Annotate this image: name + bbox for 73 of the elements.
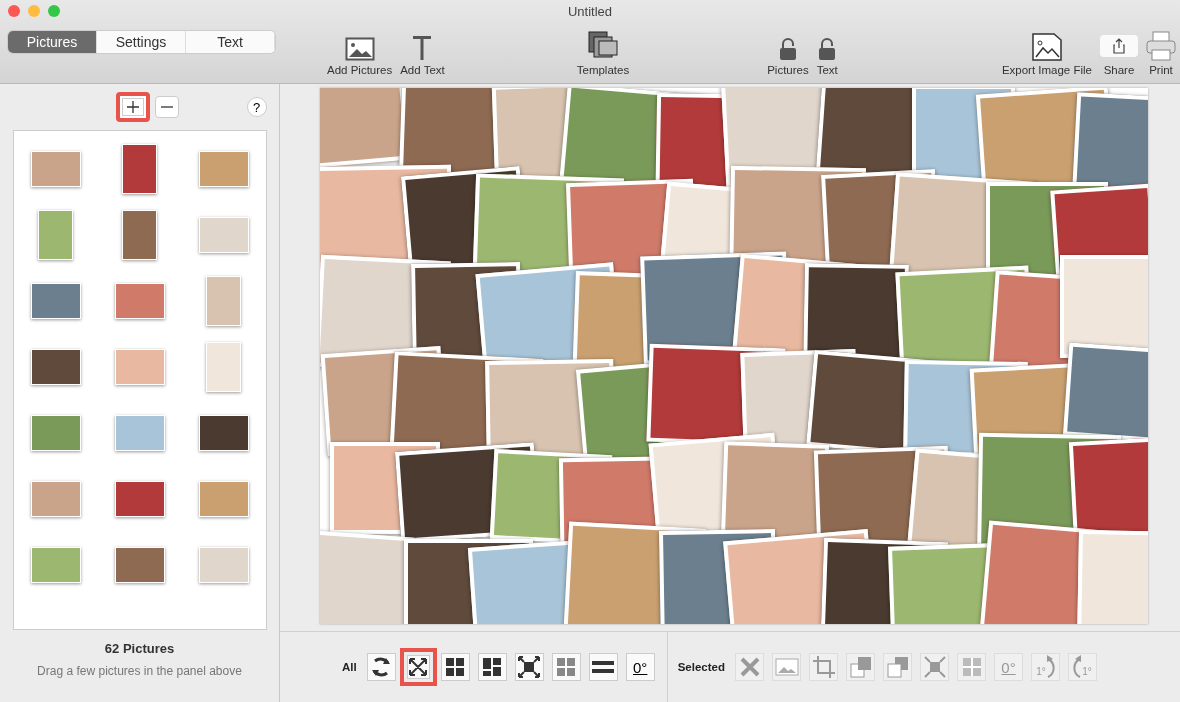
share-icon	[1100, 35, 1138, 57]
photo-thumbnail[interactable]	[114, 547, 165, 583]
photo-thumbnail[interactable]	[114, 349, 165, 385]
layers-icon	[849, 656, 872, 678]
x-icon	[739, 657, 760, 677]
close-button[interactable]	[8, 5, 20, 17]
rotate-right-icon	[1046, 655, 1055, 679]
selected-label: Selected	[677, 661, 725, 673]
stacked-pages-icon	[587, 31, 618, 61]
print-button[interactable]: Print	[1144, 30, 1178, 76]
photo-thumbnail[interactable]	[198, 415, 249, 451]
remove-button[interactable]	[154, 96, 179, 118]
photo-thumbnail[interactable]	[198, 217, 249, 253]
photo-thumbnail[interactable]	[198, 481, 249, 517]
photo-thumbnail[interactable]	[30, 415, 81, 451]
templates-button[interactable]: Templates	[574, 30, 632, 76]
expand-icon	[518, 656, 541, 678]
photo-thumbnail[interactable]	[114, 415, 165, 451]
crop-icon	[812, 656, 835, 678]
mosaic-icon	[482, 657, 503, 677]
padlock-icon	[778, 37, 797, 61]
equal-icon	[592, 661, 615, 673]
picture-icon	[344, 37, 375, 61]
letter-t-icon	[412, 35, 433, 61]
rotate-left-icon	[1073, 655, 1082, 679]
export-button[interactable]: Export Image File	[999, 30, 1094, 76]
photo-thumbnail[interactable]	[198, 151, 249, 187]
layers-icon	[886, 656, 909, 678]
photo-thumbnail[interactable]	[114, 283, 165, 319]
photo-thumbnail[interactable]	[122, 144, 157, 194]
expand-icon	[923, 656, 946, 678]
equal-button[interactable]	[588, 653, 618, 681]
printer-icon	[1146, 31, 1176, 61]
share-button[interactable]: Share	[1098, 30, 1140, 76]
add-text-button[interactable]: Add Text	[398, 30, 447, 76]
minus-icon	[160, 106, 173, 108]
padlock-icon	[818, 37, 837, 61]
photo-thumbnail[interactable]	[114, 481, 165, 517]
picture-icon	[774, 658, 799, 676]
grid-button[interactable]	[440, 653, 470, 681]
add-button[interactable]	[115, 92, 150, 122]
photo-thumbnail[interactable]	[206, 342, 241, 392]
add-pictures-button[interactable]: Add Pictures	[325, 30, 395, 76]
mosaic-button[interactable]	[477, 653, 507, 681]
shrink-button[interactable]	[551, 653, 581, 681]
all-label: All	[342, 661, 357, 673]
hint-text: Drag a few pictures in the panel above	[37, 664, 242, 678]
photo-thumbnail[interactable]	[206, 276, 241, 326]
help-button[interactable]: ?	[246, 97, 267, 117]
shrink-icon	[556, 657, 577, 677]
picture-count: 62 Pictures	[104, 641, 175, 656]
shrink-icon	[961, 657, 982, 677]
photo-thumbnail[interactable]	[30, 151, 81, 187]
lock-button[interactable]: Pictures	[765, 30, 811, 76]
lock-button[interactable]: Text	[814, 30, 840, 76]
plus-icon	[126, 101, 139, 113]
zoom-button[interactable]	[48, 5, 60, 17]
grid-icon	[445, 657, 466, 677]
window-title: Untitled	[567, 3, 613, 19]
photo-thumbnail[interactable]	[122, 210, 157, 260]
shuffle-button[interactable]	[366, 653, 396, 681]
expand-arrows-icon	[408, 657, 429, 677]
tab[interactable]: Pictures	[8, 31, 97, 53]
photo-thumbnail[interactable]	[30, 349, 81, 385]
fit-button[interactable]	[399, 648, 437, 686]
photo-thumbnail[interactable]	[198, 547, 249, 583]
image-file-icon	[1031, 33, 1062, 61]
rotate-zero-button[interactable]: 0°	[625, 653, 655, 681]
photo-thumbnail[interactable]	[30, 547, 81, 583]
expand-button[interactable]	[514, 653, 544, 681]
photo-thumbnail[interactable]	[30, 481, 81, 517]
photo-thumbnail[interactable]	[38, 210, 73, 260]
photo-thumbnail[interactable]	[30, 283, 81, 319]
